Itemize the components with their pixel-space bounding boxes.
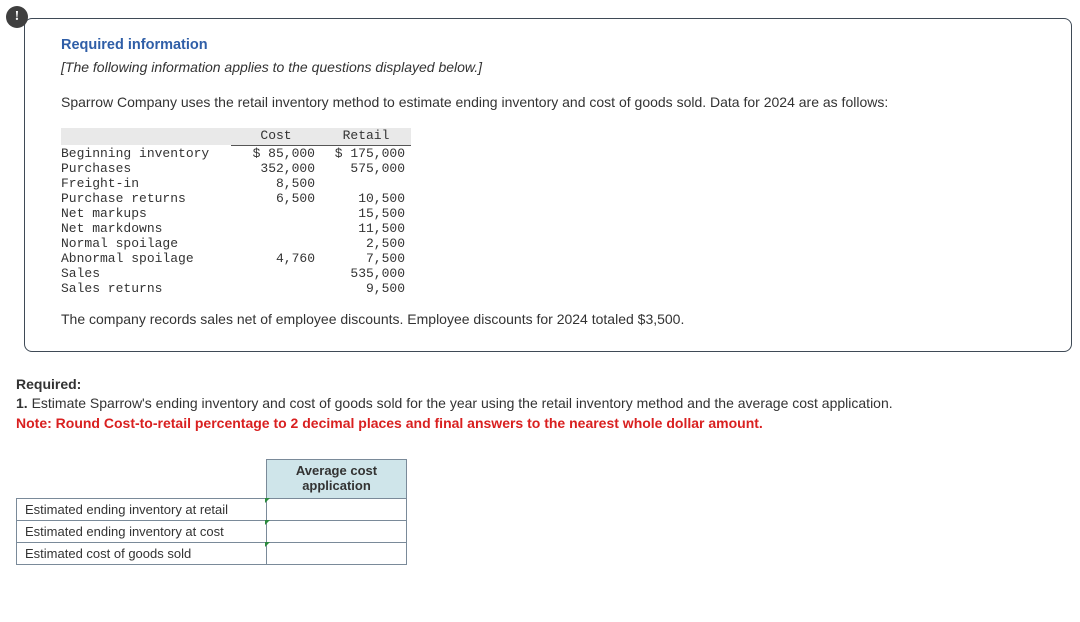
- cost-cell: 352,000: [231, 161, 321, 176]
- table-row: Net markdowns 11,500: [61, 221, 411, 236]
- row-label: Beginning inventory: [61, 145, 231, 161]
- italic-note: [The following information applies to th…: [61, 59, 1045, 75]
- required-label: Required:: [16, 376, 81, 392]
- cost-cell: [231, 236, 321, 251]
- cost-cell: 4,760: [231, 251, 321, 266]
- retail-cell: 7,500: [321, 251, 411, 266]
- retail-cell: 575,000: [321, 161, 411, 176]
- table-corner: [61, 128, 231, 146]
- cost-cell: 6,500: [231, 191, 321, 206]
- table-row: Abnormal spoilage4,7607,500: [61, 251, 411, 266]
- cost-cell: [231, 281, 321, 296]
- note-red: Note: Round Cost-to-retail percentage to…: [16, 415, 1068, 431]
- answer-table: Average cost application Estimated endin…: [16, 459, 407, 565]
- row-label: Net markdowns: [61, 221, 231, 236]
- retail-cell: [321, 176, 411, 191]
- row-label: Net markups: [61, 206, 231, 221]
- requirement-text: Estimate Sparrow's ending inventory and …: [28, 395, 893, 411]
- requirement-1: 1. Estimate Sparrow's ending inventory a…: [16, 394, 1068, 413]
- retail-cell: 10,500: [321, 191, 411, 206]
- retail-cell: 2,500: [321, 236, 411, 251]
- table-row: Purchases352,000575,000: [61, 161, 411, 176]
- answer-header: Average cost application: [267, 459, 407, 498]
- answer-input-cell[interactable]: [267, 520, 407, 542]
- required-info-heading: Required information: [61, 37, 1045, 53]
- retail-cell: 535,000: [321, 266, 411, 281]
- answer-row: Estimated ending inventory at cost: [17, 520, 407, 542]
- col-header-cost: Cost: [231, 128, 321, 146]
- table-row: Purchase returns6,50010,500: [61, 191, 411, 206]
- cost-cell: [231, 266, 321, 281]
- answer-corner: [17, 459, 267, 498]
- answer-row-label: Estimated ending inventory at cost: [17, 520, 267, 542]
- required-line: Required:: [16, 376, 1068, 394]
- table-row: Normal spoilage 2,500: [61, 236, 411, 251]
- answer-row: Estimated ending inventory at retail: [17, 498, 407, 520]
- answer-row-label: Estimated cost of goods sold: [17, 542, 267, 564]
- exclamation-icon: !: [6, 6, 28, 28]
- cost-cell: [231, 206, 321, 221]
- answer-input-cell[interactable]: [267, 498, 407, 520]
- answer-input-cell[interactable]: [267, 542, 407, 564]
- cost-cell: [231, 221, 321, 236]
- table-row: Sales returns 9,500: [61, 281, 411, 296]
- page: ! Required information [The following in…: [0, 0, 1080, 581]
- requirement-number: 1.: [16, 395, 28, 411]
- table-row: Net markups 15,500: [61, 206, 411, 221]
- info-card: Required information [The following info…: [24, 18, 1072, 352]
- intro-paragraph: Sparrow Company uses the retail inventor…: [61, 93, 1045, 112]
- requirements-section: Required: 1. Estimate Sparrow's ending i…: [12, 376, 1072, 565]
- table-row: Beginning inventory$ 85,000$ 175,000: [61, 145, 411, 161]
- row-label: Purchase returns: [61, 191, 231, 206]
- retail-cell: $ 175,000: [321, 145, 411, 161]
- cost-cell: 8,500: [231, 176, 321, 191]
- row-label: Normal spoilage: [61, 236, 231, 251]
- col-header-retail: Retail: [321, 128, 411, 146]
- table-row: Sales 535,000: [61, 266, 411, 281]
- row-label: Purchases: [61, 161, 231, 176]
- retail-cell: 9,500: [321, 281, 411, 296]
- post-table-note: The company records sales net of employe…: [61, 310, 1045, 329]
- data-table: Cost Retail Beginning inventory$ 85,000$…: [61, 128, 411, 296]
- answer-row: Estimated cost of goods sold: [17, 542, 407, 564]
- row-label: Sales returns: [61, 281, 231, 296]
- cost-cell: $ 85,000: [231, 145, 321, 161]
- row-label: Sales: [61, 266, 231, 281]
- retail-cell: 11,500: [321, 221, 411, 236]
- row-label: Freight-in: [61, 176, 231, 191]
- answer-row-label: Estimated ending inventory at retail: [17, 498, 267, 520]
- table-row: Freight-in8,500: [61, 176, 411, 191]
- retail-cell: 15,500: [321, 206, 411, 221]
- row-label: Abnormal spoilage: [61, 251, 231, 266]
